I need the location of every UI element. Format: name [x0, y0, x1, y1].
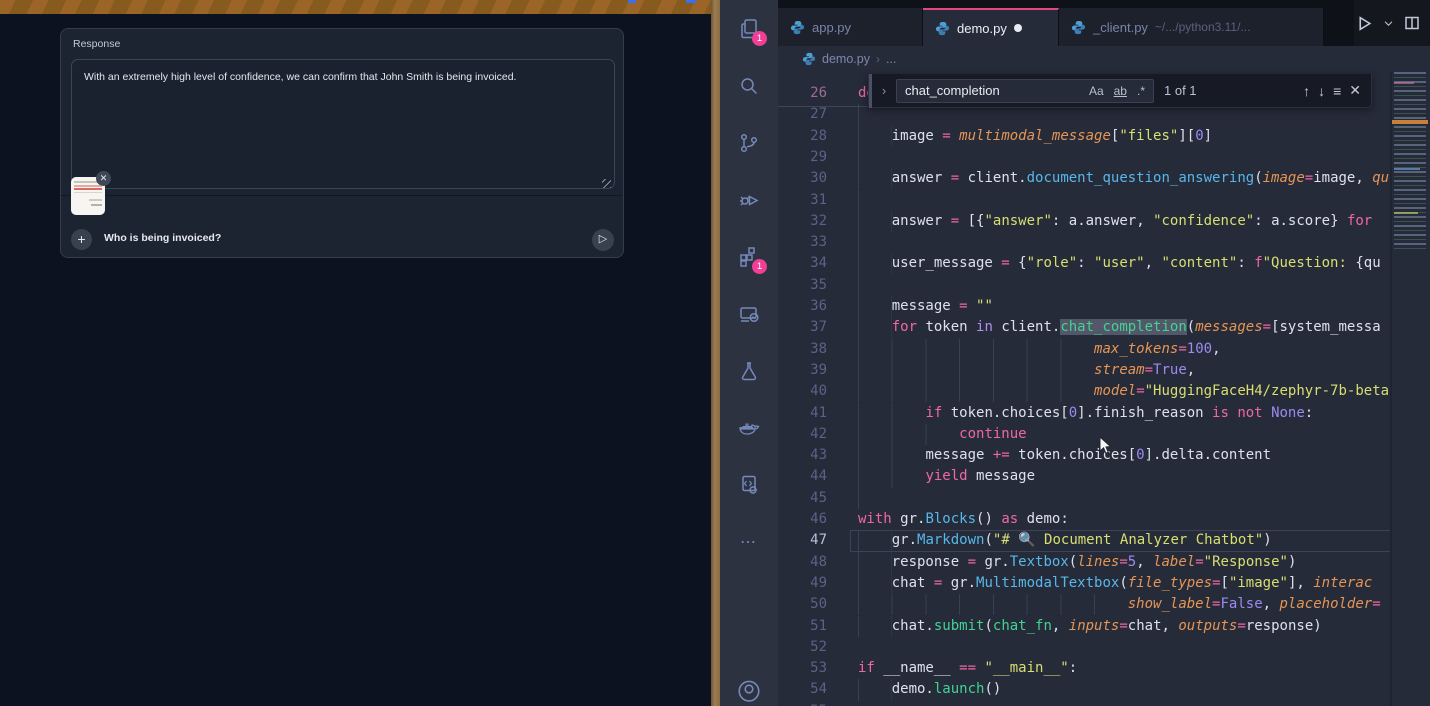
vscode-window: 1 1 ⋯ app. [720, 0, 1430, 706]
run-debug-icon[interactable] [720, 171, 778, 228]
code-line: 55 [778, 701, 1390, 706]
modified-indicator [1014, 24, 1022, 32]
tab-app-py[interactable]: app.py [778, 8, 923, 46]
find-input[interactable] [905, 83, 1083, 98]
find-buttons: ↑ ↓ ≡ ✕ [1303, 82, 1371, 99]
tab-description: ~/.../python3.11/... [1155, 20, 1251, 34]
code-line: 52 [778, 637, 1390, 658]
window-top-stripe [0, 0, 711, 14]
tab-label: demo.py [957, 21, 1007, 36]
tab-label: _client.py [1093, 20, 1148, 35]
code-line: 40model="HuggingFaceH4/zephyr-7b-beta [778, 381, 1390, 402]
more-icon[interactable]: ⋯ [720, 513, 778, 570]
task-file-icon[interactable] [720, 456, 778, 513]
minimap[interactable] [1392, 72, 1428, 706]
extensions-badge: 1 [752, 259, 767, 274]
code-line: 46with gr.Blocks() as demo: [778, 509, 1390, 530]
code-line: 49chat = gr.MultimodalTextbox(file_types… [778, 573, 1390, 594]
code-line: 29 [778, 147, 1390, 168]
code-line: 36message = "" [778, 296, 1390, 317]
code-line: 37for token in client.chat_completion(me… [778, 317, 1390, 338]
python-icon [1071, 20, 1086, 35]
split-editor-icon[interactable] [1404, 15, 1420, 31]
remote-explorer-icon[interactable] [720, 285, 778, 342]
browser-chrome-artifact [686, 0, 696, 3]
tab-label: app.py [812, 20, 851, 35]
find-widget: › Aa ab .* 1 of 1 ↑ ↓ ≡ ✕ [868, 74, 1372, 108]
toggle-replace-icon[interactable]: › [872, 83, 896, 98]
chevron-down-icon[interactable] [1383, 18, 1394, 29]
response-label: Response [73, 38, 120, 50]
find-in-selection-icon[interactable]: ≡ [1333, 83, 1341, 99]
code-line: 30answer = client.document_question_answ… [778, 168, 1390, 189]
remove-attachment-button[interactable]: ✕ [96, 171, 111, 186]
code-line: 48response = gr.Textbox(lines=5, label="… [778, 552, 1390, 573]
sticky-scroll-border [778, 106, 868, 107]
tab-client-py[interactable]: _client.py ~/.../python3.11/... [1059, 8, 1324, 46]
window-divider[interactable] [711, 0, 720, 706]
previous-match-icon[interactable]: ↑ [1303, 83, 1310, 99]
code-line: 45 [778, 488, 1390, 509]
code-line: 28image = multimodal_message["files"][0] [778, 126, 1390, 147]
gradio-app-panel: Response With an extremely high level of… [0, 0, 711, 706]
match-case-toggle[interactable]: Aa [1085, 83, 1108, 99]
find-input-box: Aa ab .* [896, 79, 1154, 103]
breadcrumb-rest[interactable]: ... [886, 52, 896, 66]
python-icon [790, 20, 805, 35]
code-line: 39stream=True, [778, 360, 1390, 381]
minimap-search-match [1392, 120, 1428, 124]
breadcrumb[interactable]: demo.py › ... [778, 46, 1430, 72]
code-line: 44yield message [778, 466, 1390, 487]
minimap-code-preview [1394, 72, 1426, 252]
mouse-cursor [1098, 436, 1114, 456]
send-button[interactable]: ▷ [592, 229, 614, 251]
breadcrumb-separator: › [876, 52, 880, 66]
code-line: 47gr.Markdown("# 🔍 Document Analyzer Cha… [778, 530, 1390, 551]
code-line: 32answer = [{"answer": a.answer, "confid… [778, 211, 1390, 232]
code-line: 54demo.launch() [778, 679, 1390, 700]
source-control-icon[interactable] [720, 114, 778, 171]
section-divider [61, 195, 623, 196]
close-icon[interactable]: ✕ [1349, 82, 1361, 99]
code-line: 38max_tokens=100, [778, 339, 1390, 360]
code-line: 51chat.submit(chat_fn, inputs=chat, outp… [778, 616, 1390, 637]
next-match-icon[interactable]: ↓ [1318, 83, 1325, 99]
code-line: 53if __name__ == "__main__": [778, 658, 1390, 679]
browser-chrome-artifact [628, 0, 636, 3]
run-icon[interactable] [1356, 15, 1373, 32]
search-icon[interactable] [720, 57, 778, 114]
explorer-icon[interactable]: 1 [720, 0, 778, 57]
extensions-icon[interactable]: 1 [720, 228, 778, 285]
resize-handle-icon[interactable] [602, 179, 611, 188]
python-icon [802, 52, 816, 66]
code-line: 50show_label=False, placeholder= [778, 594, 1390, 615]
code-line: 35 [778, 275, 1390, 296]
docker-icon[interactable] [720, 399, 778, 456]
code-line: 31 [778, 190, 1390, 211]
tab-demo-py[interactable]: demo.py [923, 8, 1059, 46]
code-editor[interactable]: 26def2728image = multimodal_message["fil… [778, 72, 1390, 706]
testing-icon[interactable] [720, 342, 778, 399]
code-line: 41if token.choices[0].finish_reason is n… [778, 403, 1390, 424]
chat-input-placeholder[interactable]: Who is being invoiced? [104, 232, 221, 244]
code-line: 42continue [778, 424, 1390, 445]
code-line: 33 [778, 232, 1390, 253]
find-results-count: 1 of 1 [1164, 83, 1197, 98]
editor-actions [1354, 0, 1430, 46]
activity-bar: 1 1 ⋯ [720, 0, 778, 706]
python-icon [935, 21, 950, 36]
tab-bar: app.py demo.py _client.py ~/.../python3.… [778, 0, 1430, 46]
response-card: Response With an extremely high level of… [60, 28, 624, 258]
code-line: 43message += token.choices[0].delta.cont… [778, 445, 1390, 466]
whole-word-toggle[interactable]: ab [1110, 83, 1131, 99]
code-line: 34user_message = {"role": "user", "conte… [778, 253, 1390, 274]
add-file-button[interactable]: + [71, 229, 92, 250]
response-textarea[interactable]: With an extremely high level of confiden… [71, 59, 615, 189]
account-icon[interactable] [720, 676, 778, 706]
breadcrumb-file[interactable]: demo.py [822, 52, 870, 66]
explorer-badge: 1 [752, 31, 767, 46]
regex-toggle[interactable]: .* [1133, 83, 1149, 99]
